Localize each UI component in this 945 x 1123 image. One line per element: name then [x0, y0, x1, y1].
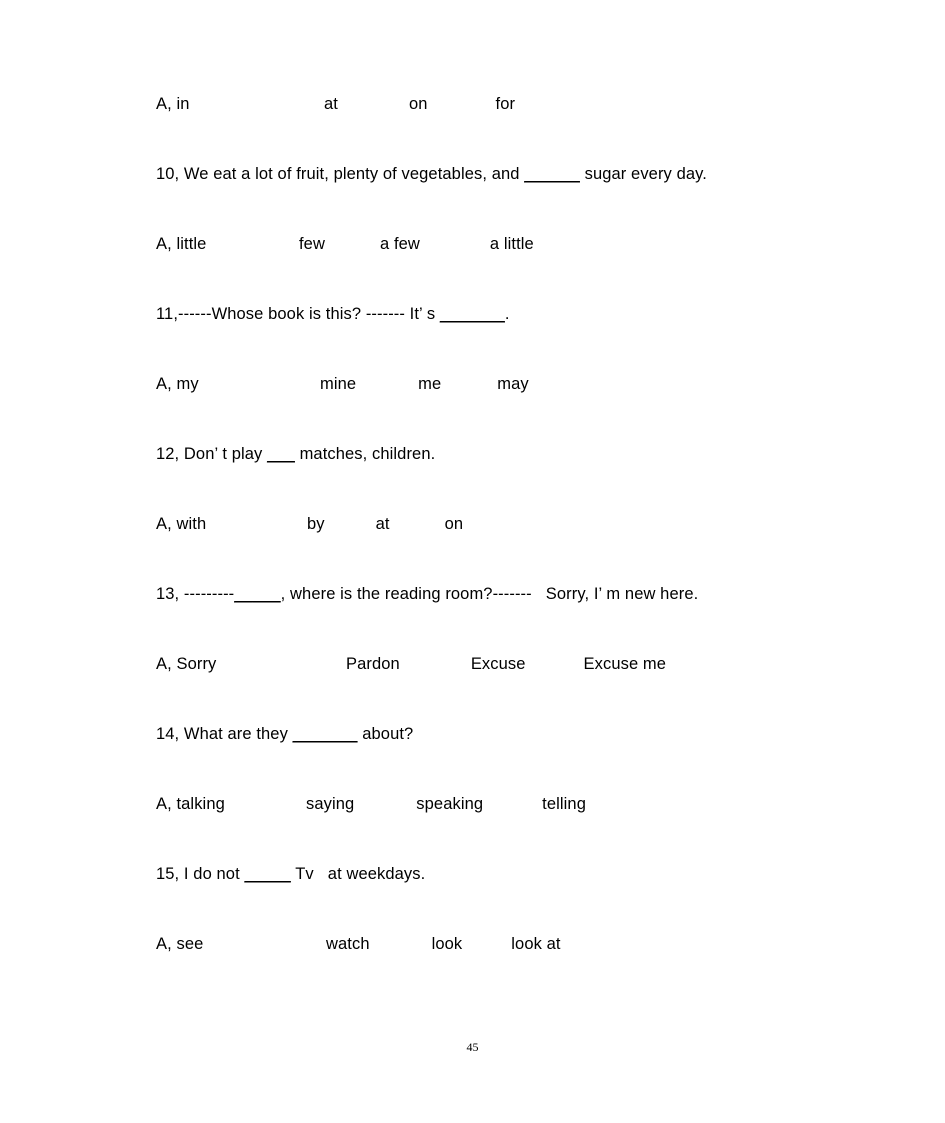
question-text-tail: about?: [357, 725, 414, 743]
option-c[interactable]: speaking: [416, 792, 483, 816]
answer-blank[interactable]: _____: [234, 585, 280, 603]
option-d[interactable]: on: [445, 512, 464, 536]
worksheet-page: A, in at on for 10, We eat a lot of fruit, p…: [0, 0, 945, 1123]
option-b[interactable]: mine: [320, 372, 356, 396]
exercise-body: A, in at on for 10, We eat a lot of fruit, p…: [156, 92, 856, 1002]
question-text-tail: sugar every day.: [579, 165, 707, 183]
option-b[interactable]: by: [307, 512, 325, 536]
option-d[interactable]: telling: [542, 792, 586, 816]
page-number: 45: [466, 1040, 479, 1054]
option-a[interactable]: A, in: [156, 92, 250, 116]
options-row-10: A, little few a few a little: [156, 232, 856, 302]
answer-blank[interactable]: ______: [524, 165, 580, 183]
option-c[interactable]: Excuse: [471, 652, 526, 676]
option-a[interactable]: A, little: [156, 232, 250, 256]
option-a[interactable]: A, Sorry: [156, 652, 250, 676]
option-d[interactable]: look at: [511, 932, 560, 956]
option-a[interactable]: A, see: [156, 932, 250, 956]
question-15: 15, I do not _____ Tv at weekdays.: [156, 862, 856, 932]
question-text-tail: matches, children.: [294, 445, 436, 463]
option-a[interactable]: A, with: [156, 512, 250, 536]
question-text-tail: Tv at weekdays.: [290, 865, 426, 883]
question-text: 10, We eat a lot of fruit, plenty of veg…: [156, 165, 525, 183]
option-b[interactable]: watch: [326, 932, 370, 956]
question-13: 13, ---------_____, where is the reading…: [156, 582, 856, 652]
option-b[interactable]: Pardon: [346, 652, 400, 676]
question-text: 11,------Whose book is this? ------- It’…: [156, 305, 440, 323]
options-row-12: A, with by at on: [156, 512, 856, 582]
option-b[interactable]: saying: [306, 792, 354, 816]
options-row-15: A, see watch look look at: [156, 932, 856, 1002]
options-row-11: A, my mine me may: [156, 372, 856, 442]
option-c[interactable]: look: [432, 932, 463, 956]
options-row-14: A, talking saying speaking telling: [156, 792, 856, 862]
option-d[interactable]: Excuse me: [584, 652, 667, 676]
question-text: 15, I do not: [156, 865, 245, 883]
answer-blank[interactable]: _______: [293, 725, 358, 743]
option-b[interactable]: at: [324, 92, 338, 116]
option-c[interactable]: me: [418, 372, 441, 396]
options-row-13: A, Sorry Pardon Excuse Excuse me: [156, 652, 856, 722]
option-d[interactable]: for: [496, 92, 516, 116]
question-text: 12, Don’ t play: [156, 445, 268, 463]
option-d[interactable]: a little: [490, 232, 534, 256]
option-c[interactable]: on: [409, 92, 428, 116]
answer-blank[interactable]: _____: [244, 865, 290, 883]
question-text-tail: .: [504, 305, 510, 323]
option-b[interactable]: few: [299, 232, 325, 256]
question-text: 13, ---------: [156, 585, 235, 603]
question-10: 10, We eat a lot of fruit, plenty of veg…: [156, 162, 856, 232]
option-a[interactable]: A, my: [156, 372, 250, 396]
question-14: 14, What are they _______ about?: [156, 722, 856, 792]
question-text-tail: , where is the reading room?------- Sorr…: [280, 585, 699, 603]
question-12: 12, Don’ t play ___ matches, children.: [156, 442, 856, 512]
option-c[interactable]: at: [376, 512, 390, 536]
option-c[interactable]: a few: [380, 232, 420, 256]
option-d[interactable]: may: [497, 372, 528, 396]
question-11: 11,------Whose book is this? ------- It’…: [156, 302, 856, 372]
options-row-9: A, in at on for: [156, 92, 856, 162]
question-text: 14, What are they: [156, 725, 293, 743]
option-a[interactable]: A, talking: [156, 792, 250, 816]
answer-blank[interactable]: ___: [267, 445, 295, 463]
answer-blank[interactable]: _______: [440, 305, 505, 323]
